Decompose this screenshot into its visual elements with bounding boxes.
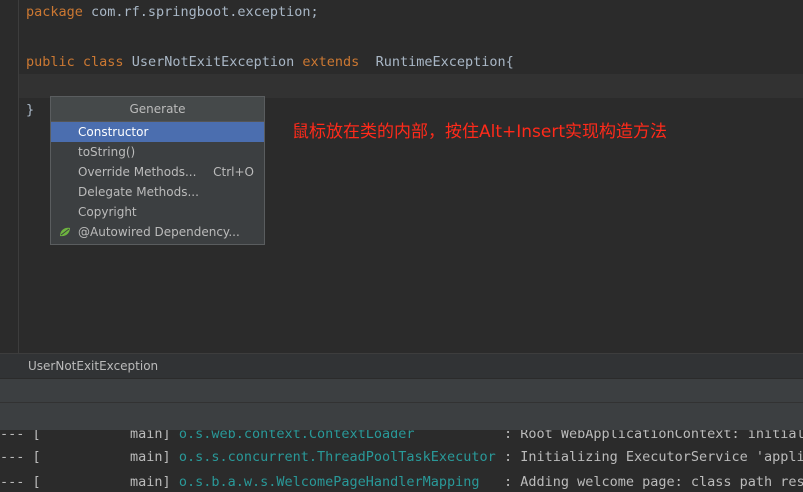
- keyword-public: public: [26, 54, 75, 70]
- annotation-text: 鼠标放在类的内部，按住Alt+Insert实现构造方法: [292, 122, 668, 142]
- log-prefix: --- [: [0, 430, 41, 442]
- code-editor[interactable]: package com.rf.springboot.exception; pub…: [0, 0, 803, 353]
- log-thread: main]: [40, 430, 171, 442]
- class-name: UserNotExitException: [131, 54, 295, 70]
- log-prefix: --- [: [0, 474, 41, 490]
- generate-item-label: toString(): [78, 145, 136, 159]
- log-thread: main]: [40, 474, 171, 490]
- generate-item-label: Delegate Methods...: [78, 185, 199, 199]
- code-line-class-declaration[interactable]: public class UserNotExitException extend…: [26, 51, 514, 73]
- tool-window-toolbar: [0, 402, 803, 431]
- generate-item-label: @Autowired Dependency...: [78, 225, 240, 239]
- generate-popup-title: Generate: [51, 97, 264, 122]
- breadcrumb-class[interactable]: UserNotExitException: [28, 354, 158, 379]
- log-message: : Initializing ExecutorService 'applic: [503, 449, 803, 465]
- closing-brace: }: [26, 102, 35, 118]
- generate-item-autowired-dependency[interactable]: @Autowired Dependency...: [51, 222, 264, 242]
- shortcut-hint: Ctrl+O: [213, 165, 254, 179]
- generate-item-constructor[interactable]: Constructor: [51, 122, 264, 142]
- console-line: --- [ main] o.s.s.concurrent.ThreadPoolT…: [0, 445, 803, 469]
- generate-item-tostring[interactable]: toString(): [51, 142, 264, 162]
- generate-item-delegate-methods[interactable]: Delegate Methods...: [51, 182, 264, 202]
- log-logger[interactable]: o.s.web.context.ContextLoader: [179, 430, 415, 442]
- generate-item-label: Override Methods...: [78, 165, 197, 179]
- generate-item-label: Constructor: [78, 125, 149, 139]
- log-message: : Root WebApplicationContext: initializ: [503, 430, 803, 442]
- parent-class-name: RuntimeException{: [375, 54, 514, 70]
- code-line-closing-brace[interactable]: }: [26, 99, 34, 121]
- console-line: --- [ main] o.s.web.context.ContextLoade…: [0, 430, 803, 446]
- generate-item-label: Copyright: [78, 205, 137, 219]
- spring-leaf-icon: [60, 227, 70, 237]
- code-line-package[interactable]: package com.rf.springboot.exception;: [26, 1, 319, 23]
- log-message: : Adding welcome page: class path reso: [503, 474, 803, 490]
- log-logger[interactable]: o.s.s.concurrent.ThreadPoolTaskExecutor: [179, 449, 496, 465]
- editor-gutter: [0, 0, 19, 353]
- generate-item-copyright[interactable]: Copyright: [51, 202, 264, 222]
- generate-popup: Generate Constructor toString() Override…: [50, 96, 265, 245]
- caret-line-highlight: [19, 74, 803, 98]
- console-line: --- [ main] o.s.b.a.w.s.WelcomePageHandl…: [0, 470, 803, 492]
- log-logger[interactable]: o.s.b.a.w.s.WelcomePageHandlerMapping: [179, 474, 480, 490]
- keyword-package: package: [26, 4, 83, 20]
- package-name: com.rf.springboot.exception;: [82, 4, 319, 20]
- log-prefix: --- [: [0, 449, 41, 465]
- generate-item-override-methods[interactable]: Override Methods... Ctrl+O: [51, 162, 264, 182]
- keyword-class: class: [82, 54, 124, 70]
- keyword-extends: extends: [302, 54, 360, 70]
- run-console[interactable]: --- [ main] o.s.web.context.ContextLoade…: [0, 430, 803, 492]
- breadcrumb-bar: UserNotExitException: [0, 353, 803, 379]
- log-thread: main]: [40, 449, 171, 465]
- tool-window-header: [0, 378, 803, 403]
